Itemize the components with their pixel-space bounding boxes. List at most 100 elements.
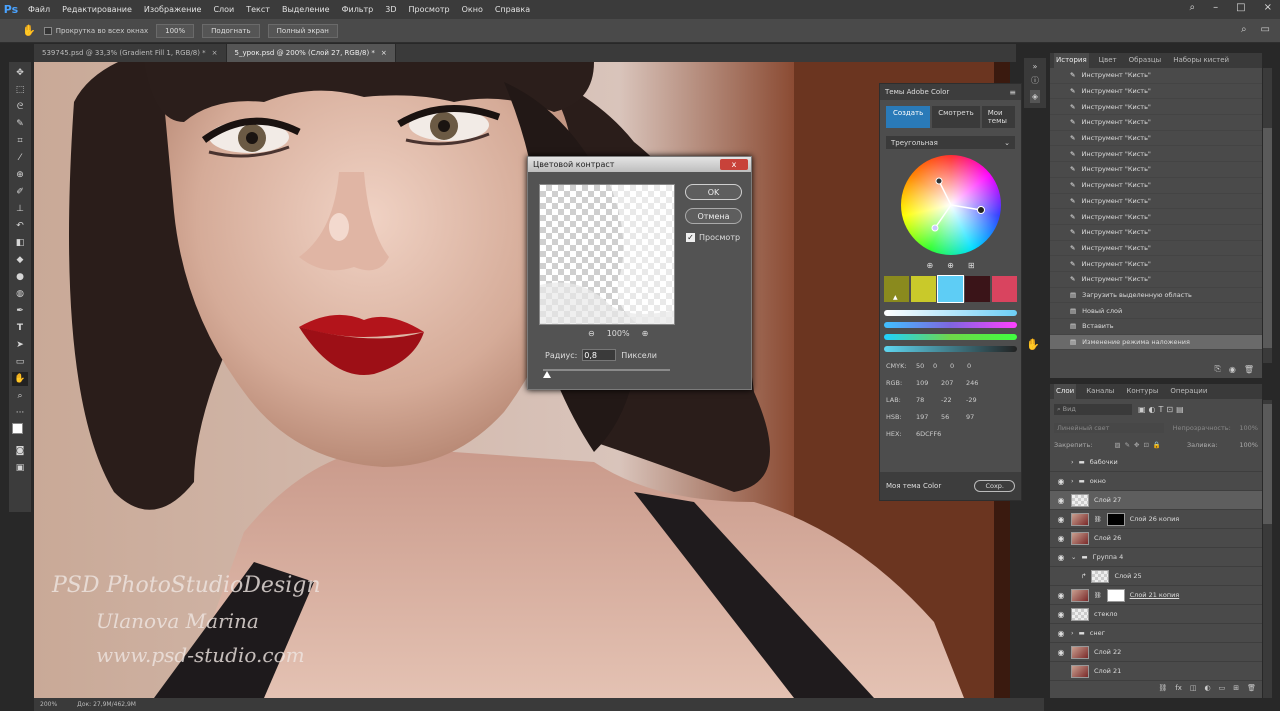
visibility-eye-icon[interactable]: ◉ [1056,610,1066,619]
document-canvas[interactable]: PSD PhotoStudioDesign Ulanova Marina www… [34,62,1010,698]
history-brush-icon[interactable]: ↶ [12,219,28,233]
layer-row[interactable]: ◉ › ▬ окно [1050,472,1262,491]
tab-brush-presets[interactable]: Наборы кистей [1171,53,1231,68]
layer-name[interactable]: Слой 21 копия [1130,591,1180,599]
zoom-out-icon[interactable]: ⊖ [588,329,595,338]
rgb-b[interactable]: 246 [966,379,991,387]
foreground-color[interactable] [12,423,23,434]
layer-thumbnail[interactable] [1071,588,1089,602]
menu-text[interactable]: Текст [240,5,276,14]
tab-document-1[interactable]: 539745.psd @ 33,3% (Gradient Fill 1, RGB… [34,44,227,62]
history-snapshot-checkbox[interactable] [1054,118,1064,126]
move-tool-icon[interactable]: ✥ [12,66,28,80]
tab-create[interactable]: Создать [886,106,931,128]
layer-name[interactable]: Слой 27 [1094,496,1121,504]
visibility-eye-icon[interactable]: ◉ [1056,629,1066,638]
dodge-tool-icon[interactable]: ◍ [12,287,28,301]
brush-tool-icon[interactable]: ✐ [12,185,28,199]
history-item[interactable]: ▤ Новый слой [1050,303,1262,319]
layer-row[interactable]: › ▬ бабочки [1050,453,1262,472]
history-item[interactable]: ✎ Инструмент "Кисть" [1050,272,1262,288]
tab-color[interactable]: Цвет [1097,53,1119,68]
tab-explore[interactable]: Смотреть [932,106,980,128]
radius-input[interactable]: 0,8 [582,349,617,361]
radius-slider-thumb[interactable] [543,371,551,378]
swatch-1[interactable]: ▲ [884,276,909,302]
history-snapshot-checkbox[interactable] [1054,165,1064,173]
history-item[interactable]: ✎ Инструмент "Кисть" [1050,99,1262,116]
tab-paths[interactable]: Контуры [1124,384,1160,399]
history-snapshot-checkbox[interactable] [1054,228,1064,236]
layer-name[interactable]: Группа 4 [1093,553,1124,561]
search-icon[interactable]: ⌕ [1241,24,1247,35]
layer-thumbnail[interactable] [1071,512,1089,526]
layer-name[interactable]: окно [1090,477,1106,485]
history-item[interactable]: ✎ Инструмент "Кисть" [1050,194,1262,210]
layer-name[interactable]: снег [1090,629,1105,637]
fx-icon[interactable]: fx [1175,684,1182,692]
grid-icon[interactable]: ⊞ [968,261,975,270]
lab-b[interactable]: -29 [966,396,991,404]
menu-3d[interactable]: 3D [379,5,402,14]
history-snapshot-checkbox[interactable] [1054,260,1064,268]
visibility-eye-icon[interactable]: ◉ [1056,534,1066,543]
snapshot-icon[interactable]: ◉ [1229,365,1236,374]
swatch-4[interactable] [965,276,990,302]
adjustment-icon[interactable]: ◐ [1205,684,1211,692]
slider-1[interactable] [884,310,1017,316]
layer-row[interactable]: Слой 21 [1050,662,1262,681]
color-themes-icon[interactable]: ◈ [1029,90,1041,103]
new-doc-from-state-icon[interactable]: ⎘ [1214,364,1220,374]
status-zoom[interactable]: 200% [40,701,57,708]
hsb-b[interactable]: 97 [966,413,991,421]
history-item[interactable]: ✎ Инструмент "Кисть" [1050,146,1262,163]
dialog-titlebar[interactable]: Цветовой контраст [528,157,751,172]
tab-channels[interactable]: Каналы [1084,384,1116,399]
layer-name[interactable]: Слой 22 [1094,648,1121,656]
swatch-3[interactable] [937,275,964,303]
menu-file[interactable]: Файл [22,5,56,14]
layer-name[interactable]: бабочки [1090,458,1118,466]
dialog-close-button[interactable]: x [720,159,748,170]
history-snapshot-checkbox[interactable] [1054,244,1064,252]
tab-history[interactable]: История [1054,53,1089,68]
tool-presets-icon[interactable]: ✋ [1026,338,1040,351]
eyedropper-tool-icon[interactable]: ⁄ [12,151,28,165]
history-snapshot-checkbox[interactable] [1054,307,1064,315]
link-layers-icon[interactable]: ⛓ [1158,684,1167,692]
menu-edit[interactable]: Редактирование [56,5,138,14]
color-wheel[interactable] [900,155,1001,255]
hex-value[interactable]: 6DCFF6 [916,430,941,438]
history-item[interactable]: ✎ Инструмент "Кисть" [1050,84,1262,100]
history-snapshot-checkbox[interactable] [1054,213,1064,221]
slider-4[interactable] [884,346,1017,352]
panel-menu-icon[interactable]: ≡ [1009,88,1016,97]
cancel-button[interactable]: Отмена [685,208,742,224]
eraser-tool-icon[interactable]: ◧ [12,236,28,250]
maximize-button[interactable]: □ [1236,2,1245,13]
my-theme-label[interactable]: Моя тема Color [886,482,941,490]
filter-icons[interactable]: ▣◐T⊡▤ [1138,405,1187,414]
menu-image[interactable]: Изображение [138,5,208,14]
layer-thumbnail[interactable] [1091,569,1110,583]
swatch-2[interactable] [911,276,936,302]
lab-a[interactable]: -22 [941,396,966,404]
history-snapshot-checkbox[interactable] [1054,181,1064,189]
cmyk-y[interactable]: 0 [950,362,967,370]
cmyk-c[interactable]: 50 [916,362,933,370]
layer-name[interactable]: Слой 25 [1114,572,1141,580]
blur-tool-icon[interactable]: ● [12,270,28,284]
set-base-icon[interactable]: ⊕ [947,261,954,270]
color-swatches[interactable] [12,423,28,441]
history-snapshot-checkbox[interactable] [1054,150,1064,158]
filter-preview[interactable] [539,184,675,325]
visibility-eye-icon[interactable]: ◉ [1056,515,1066,524]
harmony-rule-select[interactable]: Треугольная ⌄ [886,136,1015,149]
screen-mode-icon[interactable]: ▣ [12,461,28,475]
layer-thumbnail[interactable] [1071,607,1089,621]
save-theme-button[interactable]: Сохр. [974,480,1015,492]
quick-select-tool-icon[interactable]: ✎ [12,117,28,131]
hand-tool-icon[interactable]: ✋ [12,372,28,386]
new-layer-icon[interactable]: ⊞ [1233,684,1239,692]
path-select-icon[interactable]: ➤ [12,338,28,352]
